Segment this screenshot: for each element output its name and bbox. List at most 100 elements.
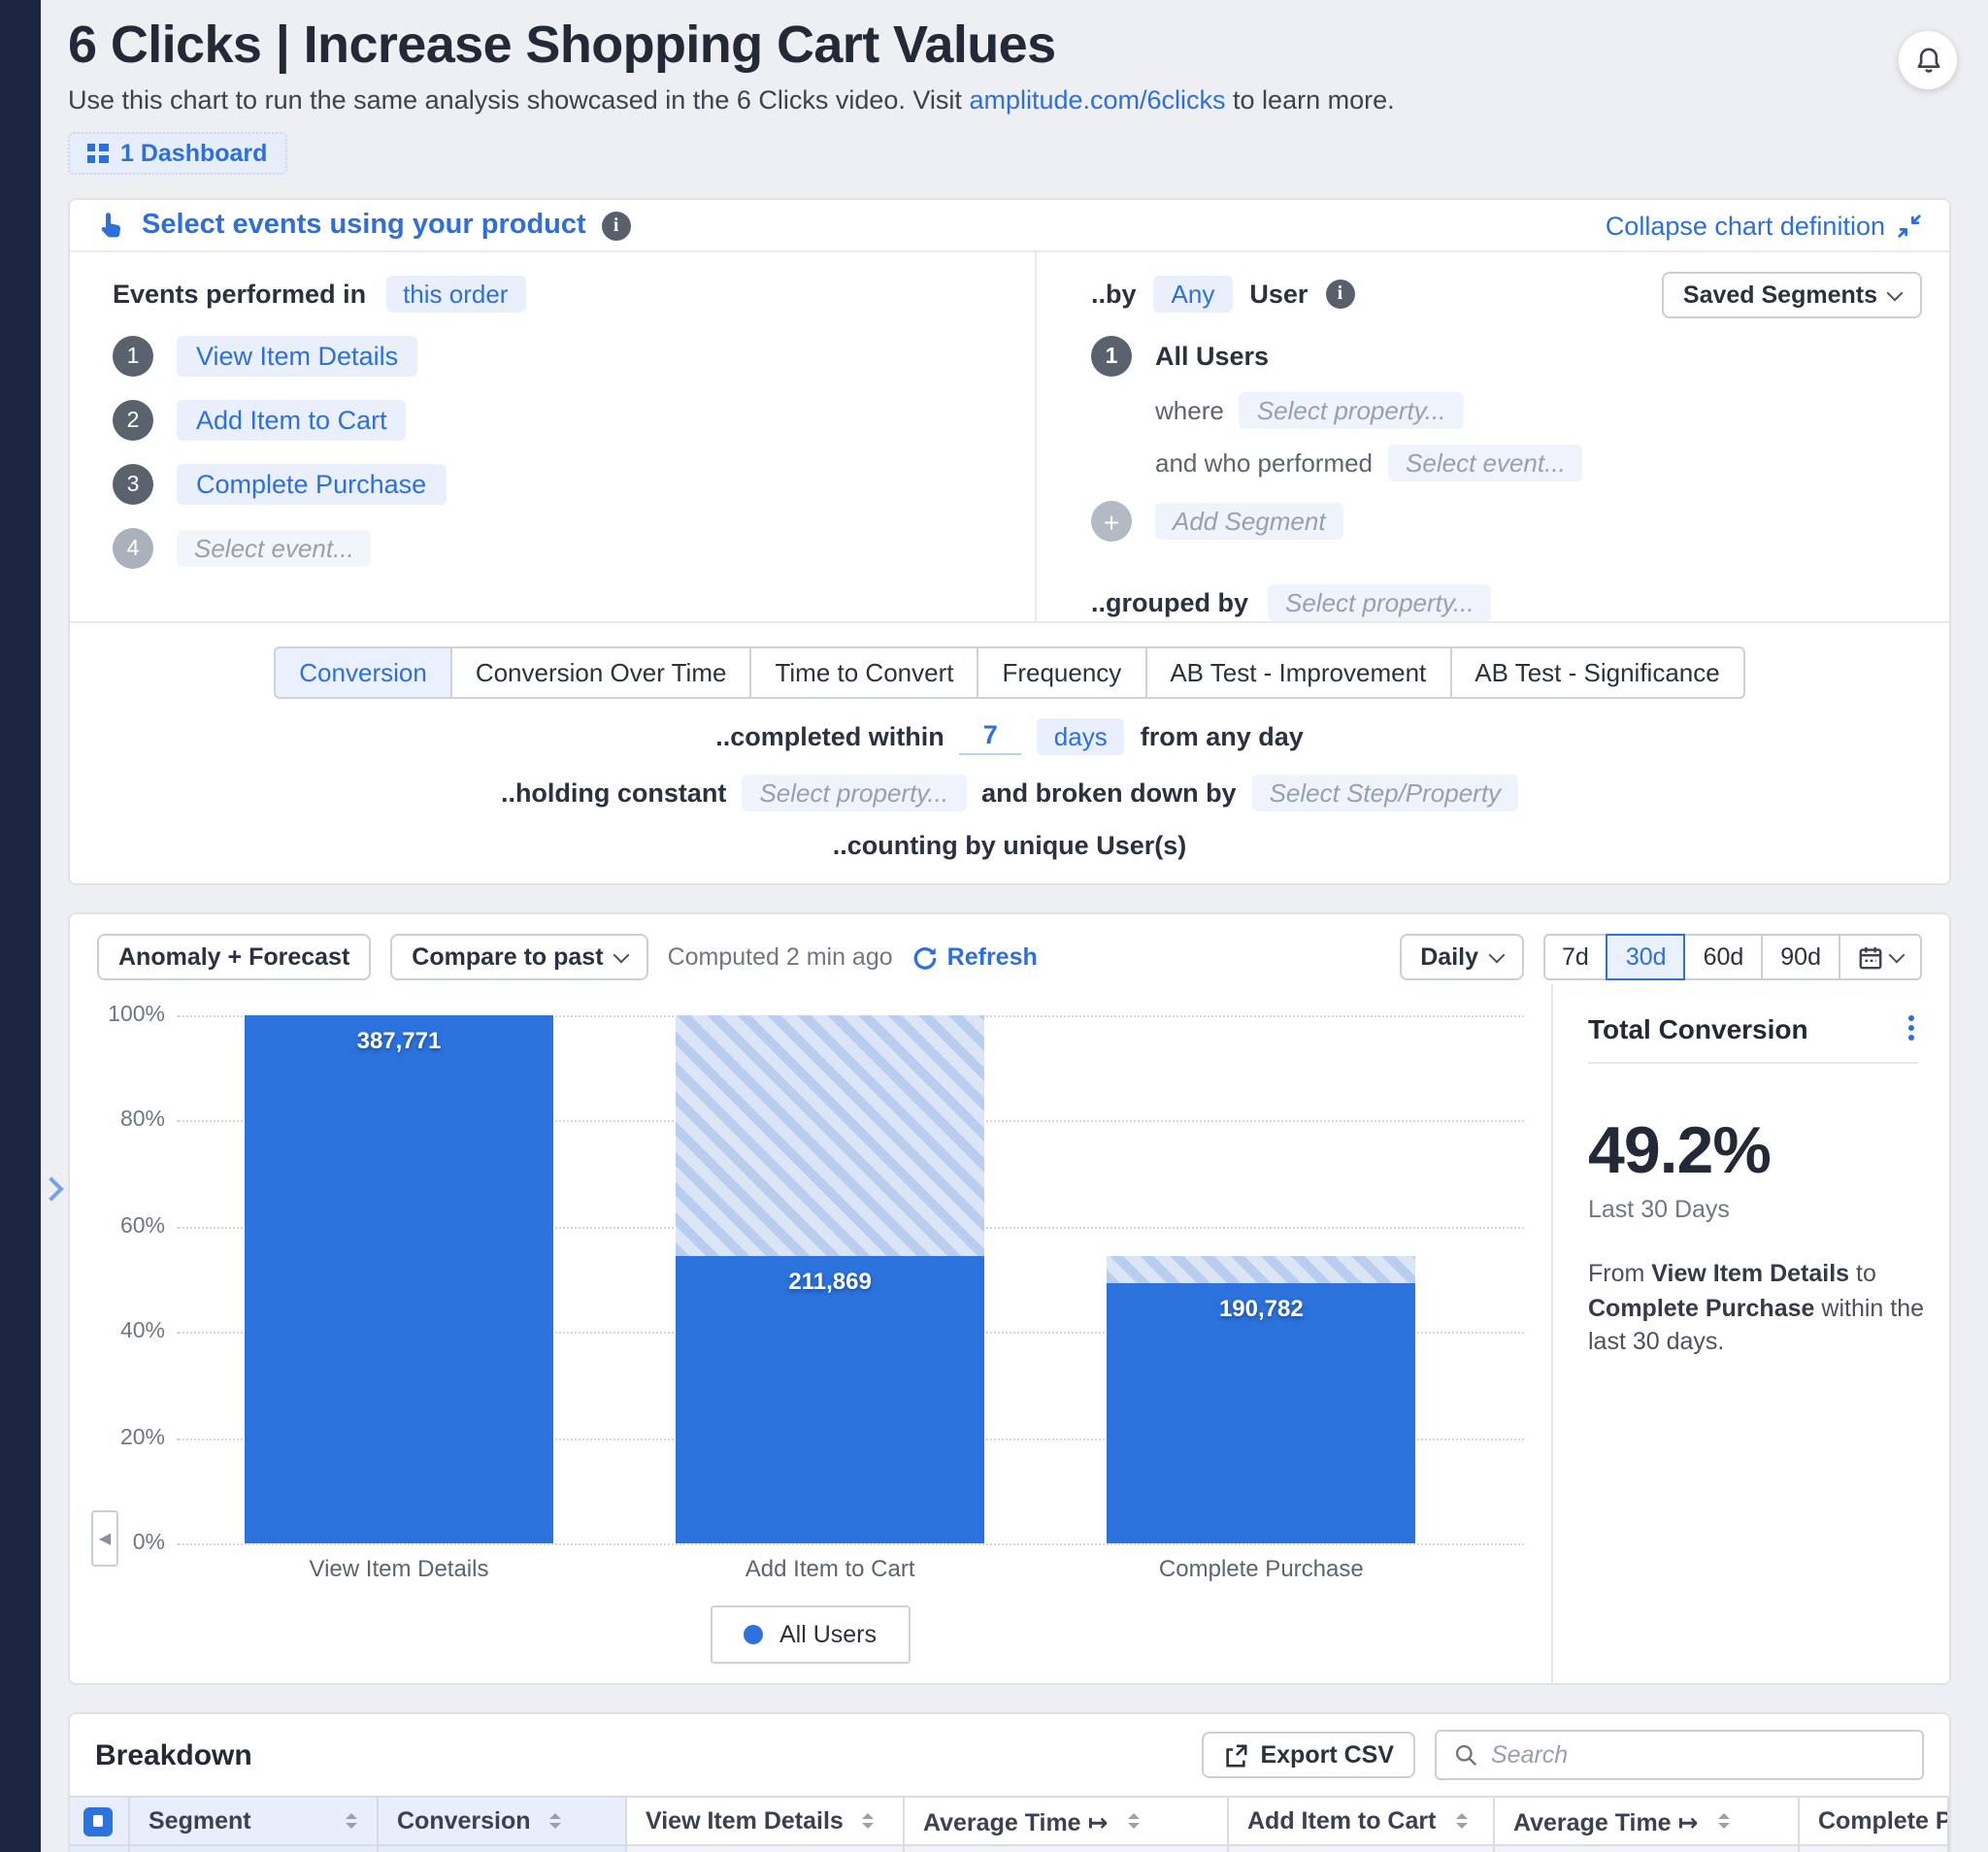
tab-ab-test-improvement[interactable]: AB Test - Improvement [1144, 646, 1451, 699]
date-range-group: 7d 30d 60d 90d [1542, 934, 1922, 980]
col-header-segment[interactable]: Segment [128, 1797, 377, 1845]
left-nav-strip [0, 0, 41, 1852]
compare-to-past-button[interactable]: Compare to past [390, 934, 647, 980]
events-panel: Events performed in this order 1 View It… [70, 252, 1035, 621]
y-axis-tick: 80% [87, 1109, 165, 1133]
chart-toolbar: Anomaly + Forecast Compare to past Compu… [70, 914, 1949, 984]
export-icon [1223, 1742, 1248, 1768]
interval-label: Daily [1420, 943, 1478, 971]
table-header-row: Segment Conversion View Item Details Ave… [70, 1797, 1948, 1845]
tab-ab-test-significance[interactable]: AB Test - Significance [1449, 646, 1744, 699]
cell-average-time-1: 2d3h49m25s (Median 1d5h8m33s) [903, 1845, 1227, 1852]
bar-add-item-to-cart[interactable]: 211,869 [676, 1015, 985, 1543]
where-property-placeholder[interactable]: Select property... [1240, 392, 1464, 429]
bar-view-item-details[interactable]: 387,771 [244, 1015, 553, 1543]
bar-count-label: 387,771 [244, 1027, 553, 1054]
range-90d[interactable]: 90d [1761, 934, 1840, 980]
legend-label: All Users [779, 1621, 877, 1648]
performed-label: and who performed [1155, 448, 1373, 478]
desc-step-2: Complete Purchase [1588, 1294, 1814, 1321]
info-icon[interactable]: i [602, 211, 631, 240]
plus-icon[interactable]: + [1091, 501, 1132, 542]
sort-icon [1455, 1813, 1467, 1829]
interval-dropdown[interactable]: Daily [1399, 934, 1523, 980]
event-chip-complete-purchase[interactable]: Complete Purchase [177, 464, 446, 505]
tab-time-to-convert[interactable]: Time to Convert [749, 646, 978, 699]
range-7d[interactable]: 7d [1542, 934, 1608, 980]
add-segment-button[interactable]: Add Segment [1155, 503, 1343, 540]
event-chip-add-item-to-cart[interactable]: Add Item to Cart [177, 400, 407, 441]
cell-view-item-details: 387,771 (100%) [625, 1845, 903, 1852]
dashboard-chip[interactable]: 1 Dashboard [68, 132, 286, 175]
range-30d[interactable]: 30d [1607, 934, 1686, 980]
breakdown-title: Breakdown [95, 1738, 252, 1771]
collapse-axis-button[interactable]: ◀ [91, 1510, 118, 1567]
where-label: where [1155, 396, 1224, 425]
legend-dot-icon [745, 1625, 764, 1644]
kebab-menu-icon[interactable] [1905, 1011, 1918, 1044]
counting-by-label: ..counting by unique User(s) [833, 831, 1187, 860]
col-header-view-item-details[interactable]: View Item Details [625, 1797, 903, 1845]
holding-constant-label: ..holding constant [501, 778, 727, 808]
anomaly-forecast-button[interactable]: Anomaly + Forecast [97, 934, 371, 980]
event-chip-view-item-details[interactable]: View Item Details [177, 336, 417, 377]
select-all-checkbox[interactable] [84, 1806, 114, 1835]
collapse-label: Collapse chart definition [1606, 211, 1885, 240]
range-60d[interactable]: 60d [1684, 934, 1764, 980]
any-chip[interactable]: Any [1154, 276, 1233, 313]
subtitle-text: Use this chart to run the same analysis … [68, 85, 969, 115]
bar-converted-solid: 190,782 [1107, 1283, 1416, 1543]
event-step-4: 4 Select event... [113, 528, 1035, 569]
broken-down-label: and broken down by [981, 778, 1237, 808]
sort-icon [863, 1813, 875, 1829]
table-row[interactable]: All Users 49.2% 387,771 (100%) 2d3h49m25… [70, 1845, 1948, 1852]
segment-number: 1 [1091, 336, 1132, 377]
days-value-input[interactable]: 7 [960, 719, 1021, 754]
col-header-average-time-1[interactable]: Average Time ↦ [903, 1797, 1227, 1845]
select-events-control[interactable]: Select events using your product i [97, 210, 631, 241]
dashboard-grid-icon [87, 144, 109, 163]
chevron-down-icon [1488, 946, 1505, 963]
calendar-range-button[interactable] [1839, 934, 1922, 980]
grouped-by-placeholder[interactable]: Select property... [1268, 584, 1492, 621]
broken-down-placeholder[interactable]: Select Step/Property [1252, 775, 1518, 811]
col-header-complete-purchase[interactable]: Complete Purchase [1798, 1797, 1948, 1845]
search-box[interactable] [1435, 1730, 1924, 1780]
pointer-hand-icon [97, 210, 126, 241]
col-header-add-item-to-cart[interactable]: Add Item to Cart [1227, 1797, 1493, 1845]
order-chip[interactable]: this order [385, 276, 525, 313]
sort-icon [345, 1813, 356, 1829]
sort-icon [1128, 1813, 1140, 1829]
cell-complete-purchase: 190,782 (49.2%) [1798, 1845, 1948, 1852]
search-input[interactable] [1491, 1741, 1905, 1769]
breakdown-table: Segment Conversion View Item Details Ave… [70, 1796, 1949, 1852]
legend-all-users[interactable]: All Users [712, 1605, 910, 1664]
subtitle-link[interactable]: amplitude.com/6clicks [969, 85, 1225, 115]
bar-complete-purchase[interactable]: 190,782 [1107, 1015, 1416, 1543]
total-conversion-panel: Total Conversion 49.2% Last 30 Days From… [1551, 984, 1949, 1683]
tab-frequency[interactable]: Frequency [977, 646, 1146, 699]
segment-name: All Users [1155, 342, 1269, 371]
collapse-chart-definition[interactable]: Collapse chart definition [1606, 211, 1922, 240]
select-event-placeholder[interactable]: Select event... [177, 530, 372, 567]
from-any-day-label: from any day [1141, 722, 1304, 751]
tab-conversion[interactable]: Conversion [274, 646, 452, 699]
notifications-button[interactable] [1899, 31, 1957, 89]
days-unit-chip[interactable]: days [1037, 718, 1125, 755]
export-csv-button[interactable]: Export CSV [1202, 1732, 1415, 1778]
bar-converted-solid: 211,869 [676, 1255, 985, 1543]
sort-icon [550, 1813, 562, 1829]
tab-conversion-over-time[interactable]: Conversion Over Time [450, 646, 752, 699]
holding-constant-placeholder[interactable]: Select property... [742, 775, 966, 811]
info-icon[interactable]: i [1325, 280, 1354, 309]
event-step-2: 2 Add Item to Cart [113, 400, 1035, 441]
expand-sidebar-chevron-icon[interactable] [39, 1176, 63, 1201]
refresh-button[interactable]: Refresh [912, 943, 1038, 971]
col-header-conversion[interactable]: Conversion [377, 1797, 625, 1845]
performed-event-placeholder[interactable]: Select event... [1388, 445, 1583, 481]
col-header-average-time-2[interactable]: Average Time ↦ [1493, 1797, 1798, 1845]
saved-segments-button[interactable]: Saved Segments [1662, 272, 1922, 318]
events-heading: Events performed in [113, 280, 366, 309]
completed-within-label: ..completed within [715, 722, 944, 751]
app-viewport: 6 Clicks | Increase Shopping Cart Values… [0, 0, 1988, 1852]
